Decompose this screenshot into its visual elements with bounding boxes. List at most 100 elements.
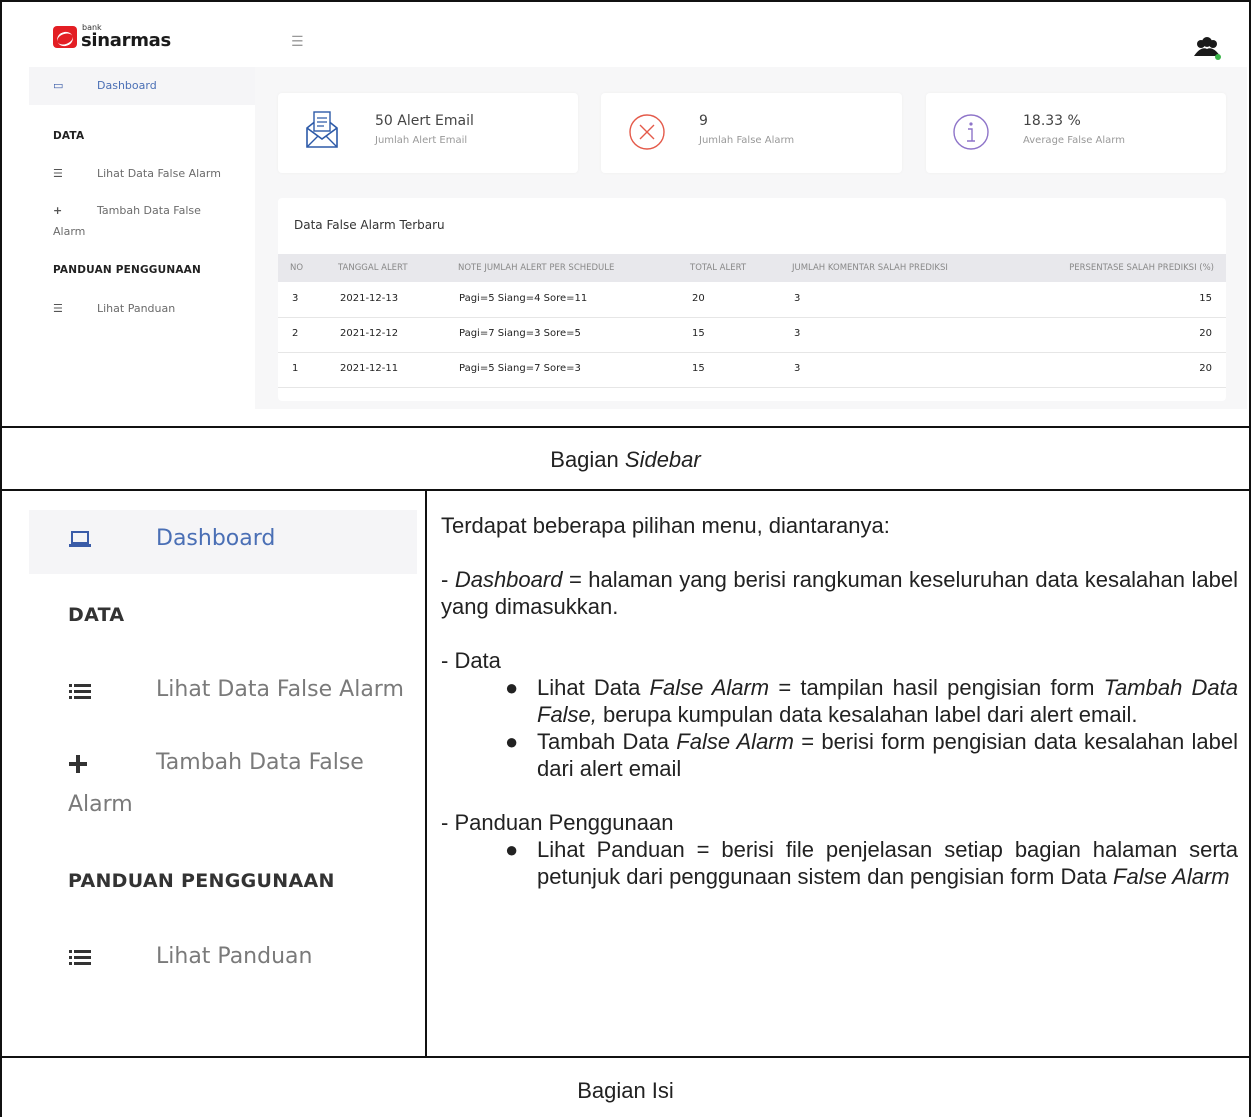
zoom-label-dashboard[interactable]: Dashboard bbox=[156, 526, 275, 551]
desc-italic: Dashboard bbox=[454, 567, 563, 592]
laptop-icon: ▭ bbox=[53, 79, 64, 92]
card-value: 9 bbox=[699, 113, 708, 129]
zoom-item-lihat-data[interactable]: Lihat Data False Alarm bbox=[156, 677, 404, 702]
table-header-row: NO TANGGAL ALERT NOTE JUMLAH ALERT PER S… bbox=[278, 254, 1226, 282]
caption-sidebar: Bagian Sidebar bbox=[0, 447, 1251, 473]
stat-card-alert-email: 50 Alert Email Jumlah Alert Email bbox=[278, 93, 578, 173]
desc-bullet-tambah-data: ● Tambah Data False Alarm = berisi form p… bbox=[441, 728, 1238, 782]
desc-bullet-lihat-data: ● Lihat Data False Alarm = tampilan hasil… bbox=[441, 674, 1238, 728]
table-header: TOTAL ALERT bbox=[690, 263, 747, 273]
zoom-item-tambah-data[interactable]: Tambah Data False bbox=[156, 750, 364, 775]
desc-italic: False Alarm bbox=[649, 675, 770, 700]
desc-text: Lihat Data bbox=[537, 675, 650, 700]
table-border bbox=[0, 426, 1251, 428]
table-header: NO bbox=[290, 263, 304, 273]
sidebar-section-data: DATA bbox=[53, 130, 85, 142]
menu-toggle-icon[interactable]: ☰ bbox=[291, 35, 304, 49]
table-cell: 2021-12-12 bbox=[340, 328, 399, 339]
zoom-item-lihat-panduan[interactable]: Lihat Panduan bbox=[156, 944, 312, 969]
laptop-icon bbox=[69, 531, 91, 547]
zoom-item-tambah-data-cont[interactable]: Alarm bbox=[68, 792, 133, 817]
table-header: JUMLAH KOMENTAR SALAH PREDIKSI bbox=[792, 263, 948, 273]
zoom-section-data: DATA bbox=[68, 604, 125, 626]
table-cell: 1 bbox=[292, 363, 299, 374]
table-cell: 2021-12-13 bbox=[340, 293, 399, 304]
table-cell: 20 bbox=[1199, 328, 1212, 339]
table-border bbox=[0, 0, 2, 1117]
sidebar-item-lihat-data[interactable]: Lihat Data False Alarm bbox=[97, 167, 221, 180]
desc-text: berupa kumpulan data kesalahan label dar… bbox=[596, 702, 1138, 727]
list-icon bbox=[69, 684, 91, 699]
dashboard-screenshot: bank sinarmas ☰ ▭ Dashboard DATA ☰ Lihat… bbox=[9, 9, 1247, 409]
table-cell: 2 bbox=[292, 328, 299, 339]
stat-card-false-alarm: 9 Jumlah False Alarm bbox=[601, 93, 902, 173]
plus-icon bbox=[69, 755, 87, 773]
desc-panduan-heading: - Panduan Penggunaan bbox=[441, 810, 674, 835]
caption-isi: Bagian Isi bbox=[577, 1078, 674, 1103]
logo-name: sinarmas bbox=[81, 30, 171, 51]
table-border bbox=[0, 1056, 1251, 1058]
table-cell: 20 bbox=[1199, 363, 1212, 374]
table-border bbox=[0, 0, 1251, 2]
sidebar-label-dashboard[interactable]: Dashboard bbox=[97, 79, 157, 92]
table-cell: 15 bbox=[1199, 293, 1212, 304]
card-value: 50 Alert Email bbox=[375, 113, 474, 129]
table-row: 3 2021-12-13 Pagi=5 Siang=4 Sore=11 20 3… bbox=[278, 282, 1226, 318]
table-cell: 3 bbox=[794, 363, 801, 374]
top-navbar: bank sinarmas ☰ bbox=[9, 9, 1247, 67]
caption-sidebar-italic: Sidebar bbox=[624, 447, 701, 472]
plus-icon: + bbox=[53, 204, 63, 217]
sidebar-item-tambah-data[interactable]: Tambah Data False bbox=[97, 204, 201, 217]
card-value: 18.33 % bbox=[1023, 113, 1081, 129]
info-circle-icon bbox=[953, 114, 989, 150]
list-icon bbox=[69, 950, 91, 965]
table-cell: 15 bbox=[692, 363, 705, 374]
latest-false-alarm-table: Data False Alarm Terbaru NO TANGGAL ALER… bbox=[278, 198, 1226, 401]
desc-text: - bbox=[441, 567, 455, 592]
table-border bbox=[0, 489, 1251, 491]
sidebar: ▭ Dashboard DATA ☰ Lihat Data False Alar… bbox=[9, 67, 255, 409]
desc-intro: Terdapat beberapa pilihan menu, diantara… bbox=[441, 513, 890, 538]
card-label: Jumlah False Alarm bbox=[699, 135, 795, 146]
desc-text: Tambah Data bbox=[537, 729, 677, 754]
desc-italic: False Alarm bbox=[676, 729, 794, 754]
table-header: PERSENTASE SALAH PREDIKSI (%) bbox=[1069, 263, 1214, 273]
table-cell: Pagi=5 Siang=4 Sore=11 bbox=[459, 293, 588, 304]
table-border bbox=[425, 489, 427, 1058]
card-label: Jumlah Alert Email bbox=[375, 135, 468, 146]
caption-sidebar-prefix: Bagian bbox=[550, 447, 625, 472]
sidebar-item-tambah-data-cont[interactable]: Alarm bbox=[53, 225, 85, 238]
logo-mark-icon bbox=[53, 26, 77, 48]
table-header: TANGGAL ALERT bbox=[338, 263, 408, 273]
desc-dashboard: - Dashboard = halaman yang berisi rangku… bbox=[441, 566, 1238, 620]
table-title: Data False Alarm Terbaru bbox=[294, 218, 445, 232]
sidebar-item-lihat-panduan[interactable]: Lihat Panduan bbox=[97, 302, 175, 315]
document-page: bank sinarmas ☰ ▭ Dashboard DATA ☰ Lihat… bbox=[0, 0, 1251, 1117]
bullet-icon: ● bbox=[505, 837, 519, 862]
stat-card-average: 18.33 % Average False Alarm bbox=[926, 93, 1226, 173]
table-cell: 2021-12-11 bbox=[340, 363, 399, 374]
list-icon: ☰ bbox=[53, 167, 63, 180]
table-row: 2 2021-12-12 Pagi=7 Siang=3 Sore=5 15 3 … bbox=[278, 317, 1226, 353]
sidebar-zoom: Dashboard DATA Lihat Data False Alarm Ta… bbox=[29, 510, 417, 1016]
table-cell: Pagi=5 Siang=7 Sore=3 bbox=[459, 363, 581, 374]
desc-bullet-lihat-panduan: ● Lihat Panduan = berisi file penjelasan … bbox=[441, 836, 1238, 890]
table-cell: 3 bbox=[794, 328, 801, 339]
table-header: NOTE JUMLAH ALERT PER SCHEDULE bbox=[458, 263, 615, 273]
sidebar-section-panduan: PANDUAN PENGGUNAAN bbox=[53, 264, 201, 276]
desc-italic: False Alarm bbox=[1113, 864, 1230, 889]
desc-data-heading: - Data bbox=[441, 648, 501, 673]
bullet-icon: ● bbox=[505, 729, 519, 754]
menu-description: Terdapat beberapa pilihan menu, diantara… bbox=[441, 512, 1238, 890]
zoom-section-panduan: PANDUAN PENGGUNAAN bbox=[68, 870, 335, 892]
table-row: 1 2021-12-11 Pagi=5 Siang=7 Sore=3 15 3 … bbox=[278, 352, 1226, 388]
users-icon[interactable] bbox=[1193, 36, 1221, 60]
table-cell: 3 bbox=[292, 293, 299, 304]
email-icon bbox=[306, 111, 338, 148]
table-cell: 3 bbox=[794, 293, 801, 304]
card-label: Average False Alarm bbox=[1023, 135, 1125, 146]
desc-text: = tampilan hasil pengisian form bbox=[769, 675, 1104, 700]
table-cell: 20 bbox=[692, 293, 705, 304]
bullet-icon: ● bbox=[505, 675, 519, 700]
list-icon: ☰ bbox=[53, 302, 63, 315]
